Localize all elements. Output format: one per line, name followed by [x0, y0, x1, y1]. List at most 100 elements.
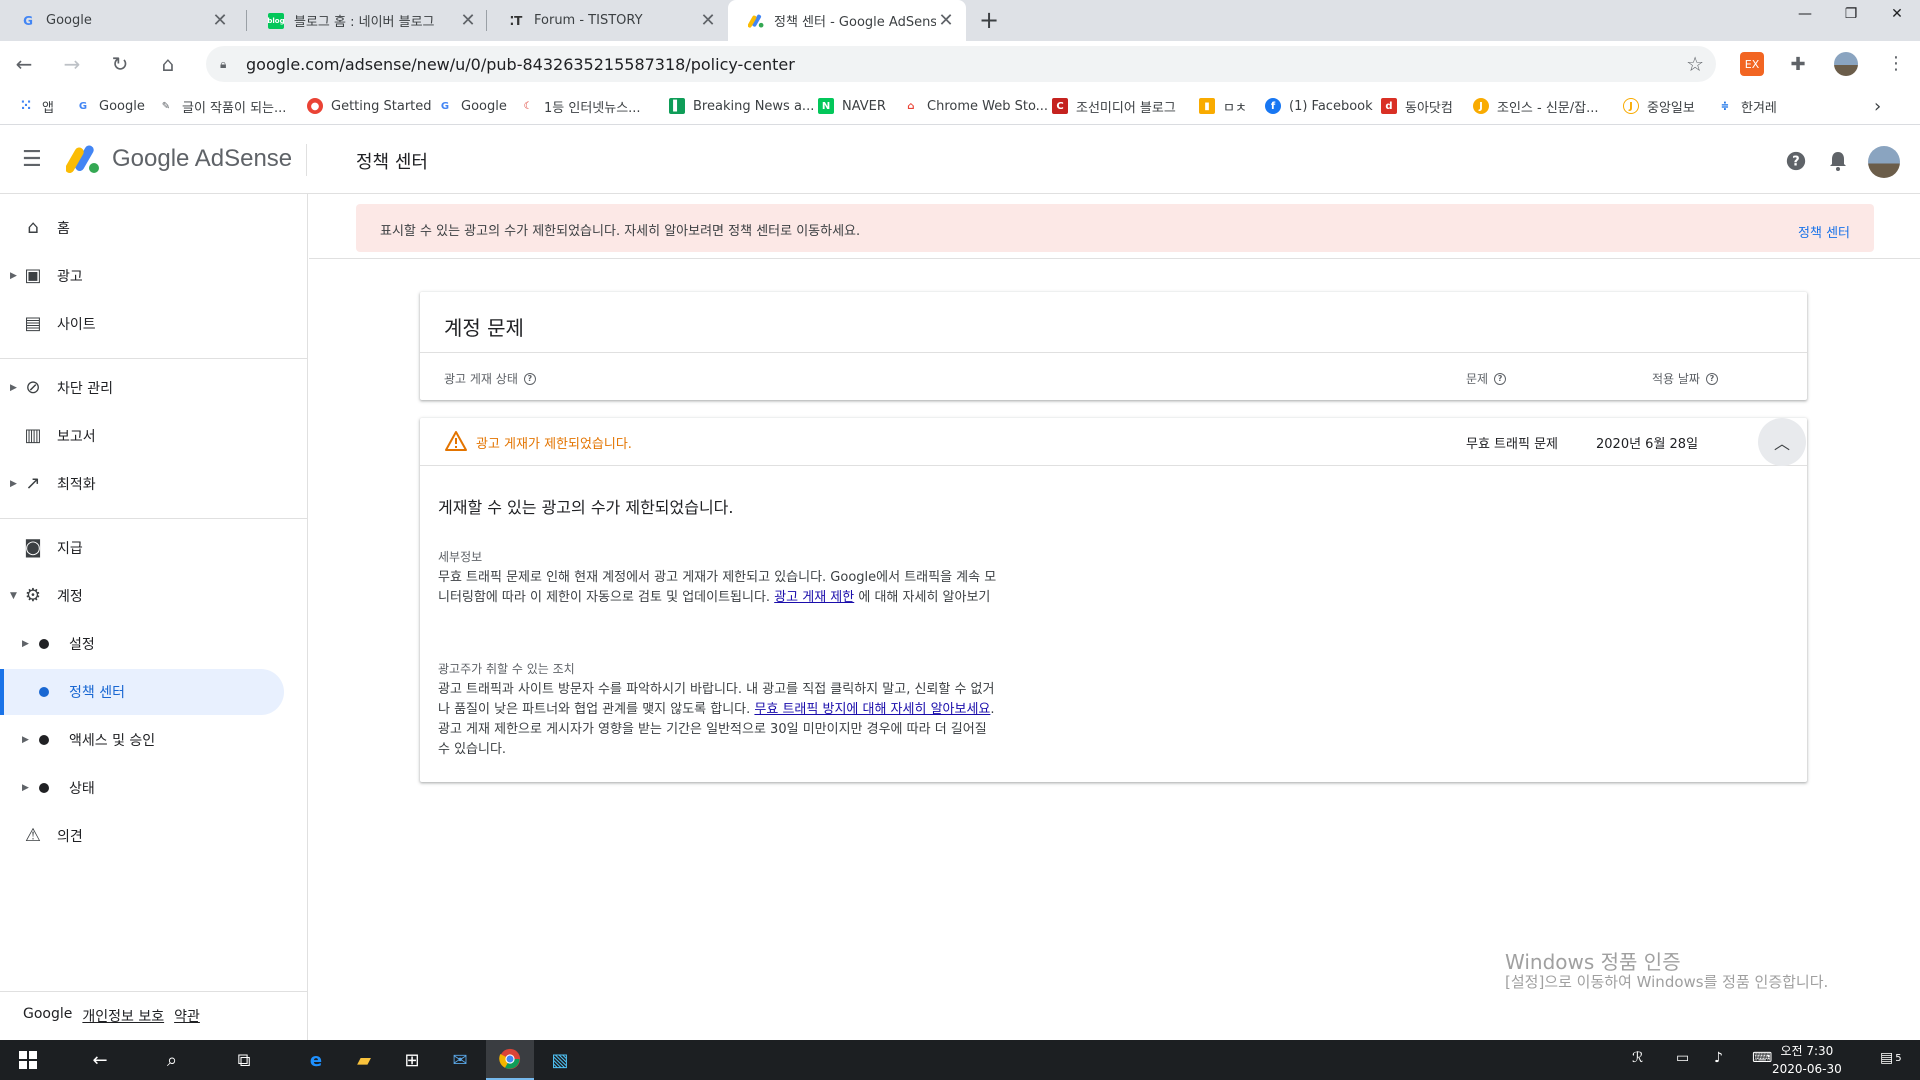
expand-caret-icon[interactable]: ▶	[10, 271, 17, 281]
volume-icon[interactable]: ♪	[1714, 1050, 1723, 1066]
invalid-traffic-link[interactable]: 무효 트래픽 방지에 대해 자세히 알아보세요	[754, 702, 990, 717]
terms-link[interactable]: 약관	[174, 1006, 200, 1026]
bookmark-chrome-web-store[interactable]: ⌂ Chrome Web Sto...	[903, 95, 1048, 117]
ad-serving-limit-link[interactable]: 광고 게재 제한	[774, 590, 854, 605]
store-bag-icon[interactable]: ⊞	[388, 1040, 436, 1080]
mail-icon[interactable]: ✉	[436, 1040, 484, 1080]
collapse-chevron-up-icon[interactable]: ︿	[1758, 418, 1806, 466]
bookmark-chosun-blog[interactable]: C 조선미디어 블로그	[1052, 95, 1176, 117]
help-icon[interactable]: ?	[1784, 150, 1808, 174]
forward-arrow-icon[interactable]: →	[56, 48, 88, 80]
close-tab-icon[interactable]: ✕	[698, 10, 718, 31]
sidebar-item-ads[interactable]: ▶ ▣ 광고	[0, 253, 284, 299]
close-window-button[interactable]: ✕	[1874, 0, 1920, 30]
task-view-icon[interactable]: ⧉	[220, 1040, 268, 1080]
sidebar-item-label: 설정	[69, 637, 95, 653]
network-icon[interactable]: ▭	[1676, 1050, 1689, 1066]
windows-start-icon[interactable]	[4, 1040, 52, 1080]
bookmark-breaking-news[interactable]: ▌ Breaking News a...	[669, 95, 814, 117]
photos-app-icon[interactable]: ▧	[536, 1040, 584, 1080]
sidebar-item-reports[interactable]: ▥ 보고서	[0, 413, 284, 459]
tab-tistory[interactable]: ⁚T Forum - TISTORY ✕	[488, 0, 728, 41]
bookmark-label: Getting Started	[331, 98, 432, 114]
account-avatar[interactable]	[1868, 146, 1900, 178]
sidebar-item-account[interactable]: ▼ ⚙ 계정	[0, 573, 284, 619]
bookmark-joongang[interactable]: J 중앙일보	[1623, 95, 1695, 117]
extensions-puzzle-icon[interactable]: ✚	[1786, 52, 1810, 76]
address-bar[interactable]: 🔒︎ google.com/adsense/new/u/0/pub-843263…	[206, 46, 1716, 82]
sidebar-item-status[interactable]: ▶ 상태	[0, 765, 284, 811]
issue-row[interactable]: 광고 게재가 제한되었습니다. 무효 트래픽 문제 2020년 6월 28일 ︿	[420, 418, 1807, 466]
file-explorer-icon[interactable]: ▰	[340, 1040, 388, 1080]
bookmark-mc[interactable]: ▮ ㅁㅊ	[1199, 95, 1247, 117]
minimize-button[interactable]: —	[1782, 0, 1828, 30]
bookmark-getting-started[interactable]: ● Getting Started	[307, 95, 432, 117]
extension-ex-icon[interactable]: EX	[1740, 52, 1764, 76]
bookmark-donga[interactable]: d 동아닷컴	[1381, 95, 1453, 117]
sidebar-item-blocking[interactable]: ▶ ⊘ 차단 관리	[0, 365, 284, 411]
bookmark-google-2[interactable]: G Google	[437, 95, 507, 117]
clock-date: 2020-06-30	[1772, 1062, 1842, 1076]
bookmark-news-1[interactable]: ☾ 1등 인터넷뉴스...	[520, 95, 641, 117]
bookmark-apps[interactable]: ⁙ 앱	[18, 95, 54, 117]
adsense-logo[interactable]: Google AdSense	[65, 144, 292, 174]
chrome-icon[interactable]	[486, 1040, 534, 1080]
help-question-icon[interactable]: ?	[1705, 372, 1718, 385]
notifications-bell-icon[interactable]	[1826, 150, 1850, 174]
sidebar-item-sites[interactable]: ▤ 사이트	[0, 301, 284, 347]
sidebar-item-settings[interactable]: ▶ 설정	[0, 621, 284, 667]
collapse-caret-icon[interactable]: ▼	[10, 591, 17, 601]
pen-icon: ✎	[161, 100, 171, 112]
expand-caret-icon[interactable]: ▶	[22, 783, 29, 793]
close-tab-icon[interactable]: ✕	[210, 10, 230, 31]
browser-toolbar: ← → ↻ ⌂ 🔒︎ google.com/adsense/new/u/0/pu…	[0, 41, 1920, 87]
sidebar-item-label: 상태	[69, 781, 95, 797]
home-icon[interactable]: ⌂	[152, 48, 184, 80]
expand-caret-icon[interactable]: ▶	[10, 479, 17, 489]
bookmark-joins[interactable]: J 조인스 - 신문/잡...	[1473, 95, 1599, 117]
people-icon[interactable]: ℛ	[1632, 1050, 1643, 1066]
bookmark-brunch[interactable]: ✎ 글이 작품이 되는...	[158, 95, 287, 117]
new-tab-button[interactable]: +	[975, 6, 1003, 34]
bookmark-hani[interactable]: ≑ 한겨레	[1717, 95, 1777, 117]
sidebar-item-optimization[interactable]: ▶ ↗ 최적화	[0, 461, 284, 507]
tab-google[interactable]: G Google ✕	[0, 0, 240, 41]
expand-caret-icon[interactable]: ▶	[22, 735, 29, 745]
reload-icon[interactable]: ↻	[104, 48, 136, 80]
tab-separator	[246, 10, 247, 31]
expand-caret-icon[interactable]: ▶	[22, 639, 29, 649]
hamburger-menu-icon[interactable]: ☰	[22, 148, 46, 172]
sidebar-item-feedback[interactable]: ⚠ 의견	[0, 813, 284, 859]
sidebar-item-policy-center[interactable]: 정책 센터	[0, 669, 284, 715]
tab-adsense-policy[interactable]: 정책 센터 - Google AdSense ✕	[728, 0, 966, 41]
system-clock[interactable]: 오전 7:30 2020-06-30	[1772, 1042, 1842, 1078]
notification-center-icon[interactable]: ▤ 5	[1880, 1050, 1902, 1066]
expand-caret-icon[interactable]: ▶	[10, 383, 17, 393]
back-arrow-icon[interactable]: ←	[8, 48, 40, 80]
sidebar-item-home[interactable]: ⌂ 홈	[0, 205, 284, 251]
tab-naver-blog[interactable]: blog 블로그 홈 : 네이버 블로그 ✕	[248, 0, 488, 41]
bookmark-facebook[interactable]: f (1) Facebook	[1265, 95, 1373, 117]
more-menu-icon[interactable]: ⋮	[1880, 48, 1912, 80]
bookmarks-overflow-chevron-icon[interactable]: ›	[1874, 95, 1881, 117]
help-question-icon[interactable]: ?	[1494, 372, 1507, 385]
help-question-icon[interactable]: ?	[523, 372, 536, 385]
keyboard-icon[interactable]: ⌨	[1752, 1050, 1772, 1066]
sidebar-item-payments[interactable]: ◙ 지급	[0, 525, 284, 571]
edge-browser-icon[interactable]: e	[292, 1040, 340, 1080]
bookmark-google[interactable]: G Google	[75, 95, 145, 117]
profile-avatar-icon[interactable]	[1834, 52, 1858, 76]
restriction-banner: 표시할 수 있는 광고의 수가 제한되었습니다. 자세히 알아보려면 정책 센터…	[356, 204, 1874, 252]
back-arrow-icon[interactable]: ←	[76, 1040, 124, 1080]
restore-button[interactable]: ❐	[1828, 0, 1874, 30]
close-tab-icon[interactable]: ✕	[936, 10, 956, 31]
search-icon[interactable]: ⌕	[148, 1040, 196, 1080]
privacy-link[interactable]: 개인정보 보호	[82, 1006, 164, 1026]
column-header-issue: 문제 ?	[1466, 370, 1507, 387]
sites-icon: ▤	[24, 313, 42, 334]
sidebar-item-access-authorization[interactable]: ▶ 액세스 및 승인	[0, 717, 284, 763]
banner-policy-center-link[interactable]: 정책 센터	[1798, 222, 1850, 241]
bookmark-naver[interactable]: N NAVER	[818, 95, 886, 117]
close-tab-icon[interactable]: ✕	[458, 10, 478, 31]
bookmark-star-icon[interactable]: ☆	[1686, 52, 1704, 76]
